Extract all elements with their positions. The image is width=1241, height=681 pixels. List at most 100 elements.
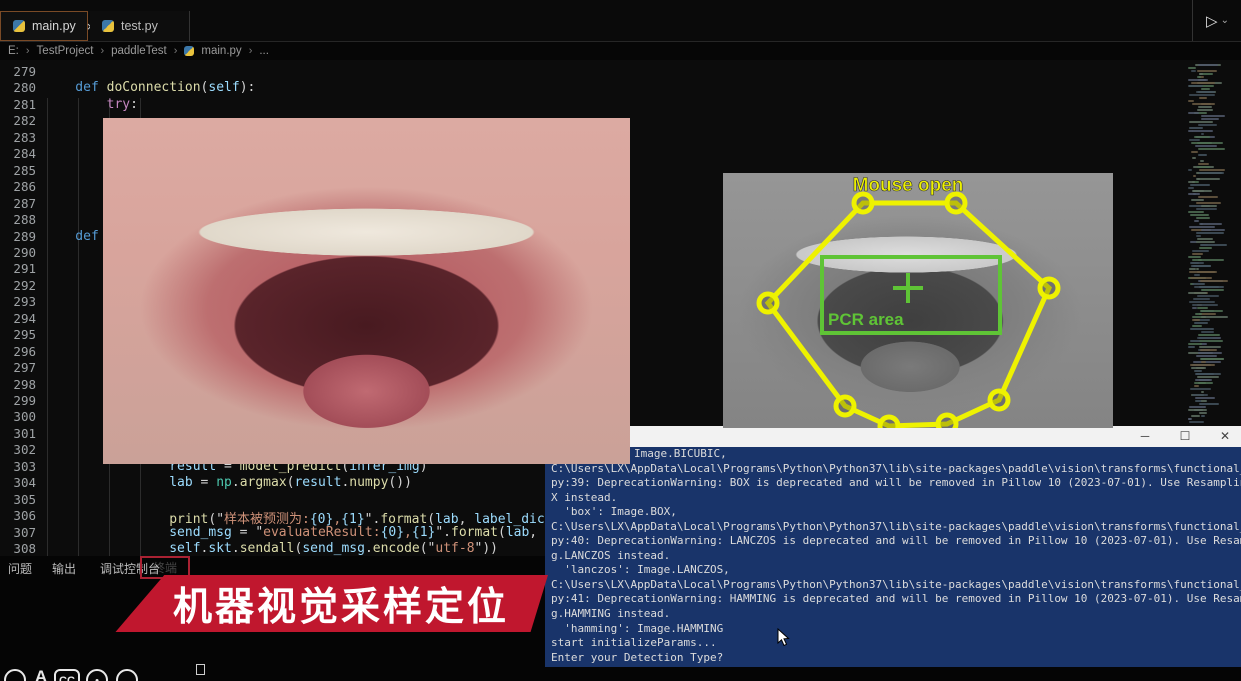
console-window[interactable]: ─ ☐ ✕ Image.BICUBIC,C:\Users\LX\AppData\… (545, 426, 1241, 667)
line-number: 291 (0, 261, 36, 277)
code-line: 305 (0, 492, 44, 508)
line-number: 303 (0, 459, 36, 475)
console-line: g.LANCZOS instead. (545, 549, 1241, 564)
minimize-icon[interactable]: ─ (1125, 426, 1165, 447)
code-line: 286 (0, 179, 44, 195)
console-line: C:\Users\LX\AppData\Local\Programs\Pytho… (545, 462, 1241, 477)
code-line: 304 lab = np.argmax(result.numpy()) (0, 475, 412, 491)
code-line: 280 def doConnection(self): (0, 80, 255, 96)
code-line: 294 (0, 311, 44, 327)
letter-a-icon: A (32, 669, 50, 681)
line-number: 282 (0, 113, 36, 129)
line-number: 280 (0, 80, 36, 96)
circle-icon (4, 669, 26, 681)
tab-label: test.py (121, 19, 158, 33)
code-line: 279 (0, 64, 44, 80)
watermark-icons: A CC • → (2, 667, 202, 681)
console-title-bar[interactable]: ─ ☐ ✕ (545, 426, 1241, 447)
person-circle-icon: • (86, 669, 108, 681)
line-number: 283 (0, 130, 36, 146)
code-line: 297 (0, 360, 44, 376)
console-line: py:41: DeprecationWarning: HAMMING is de… (545, 592, 1241, 607)
maximize-icon[interactable]: ☐ (1165, 426, 1205, 447)
tab-test-py[interactable]: test.py (90, 11, 190, 41)
breadcrumb-file[interactable]: main.py (201, 45, 241, 57)
breadcrumb-project[interactable]: TestProject (37, 45, 94, 57)
run-dropdown-icon[interactable]: ⌄ (1221, 15, 1229, 26)
line-number: 294 (0, 311, 36, 327)
cc-badge-icon: CC (54, 669, 80, 681)
breadcrumb-drive[interactable]: E: (8, 45, 19, 57)
breadcrumb-separator: › (26, 45, 30, 57)
code-line: 293 (0, 294, 44, 310)
breadcrumb-folder[interactable]: paddleTest (111, 45, 167, 57)
python-file-icon (184, 46, 194, 56)
line-number: 308 (0, 541, 36, 557)
caption-banner: 机器视觉采样定位 (112, 575, 548, 632)
code-line: 299 (0, 393, 44, 409)
code-line: 283 (0, 130, 44, 146)
cv-detection-image: Mouse openPCR area (723, 173, 1113, 428)
line-number: 286 (0, 179, 36, 195)
panel-tab-output[interactable]: 输出 (52, 560, 76, 577)
code-line: 300 (0, 409, 44, 425)
console-line: Image.BICUBIC, (545, 447, 1241, 462)
tab-main-py[interactable]: main.py × (0, 11, 88, 41)
console-line: py:40: DeprecationWarning: LANCZOS is de… (545, 534, 1241, 549)
run-toolbar: ▷ ⌄ (1192, 0, 1241, 41)
cv-annotation-overlay: Mouse openPCR area (723, 173, 1113, 428)
cv-roi-label: PCR area (828, 310, 904, 329)
breadcrumb-symbol[interactable]: ... (259, 45, 269, 57)
code-line: 291 (0, 261, 44, 277)
ide-window: main.py × test.py ▷ ⌄ E: › TestProject ›… (0, 0, 1241, 681)
breadcrumb-separator: › (249, 45, 253, 57)
panel-tab-problems[interactable]: 问题 (8, 560, 32, 577)
minimap[interactable] (1188, 64, 1234, 424)
code-line: 298 (0, 377, 44, 393)
breadcrumb-separator: › (174, 45, 178, 57)
run-button[interactable]: ▷ (1206, 12, 1218, 30)
console-line: C:\Users\LX\AppData\Local\Programs\Pytho… (545, 578, 1241, 593)
panel-tab-terminal[interactable]: 终端 (142, 559, 188, 576)
code-line: 290 (0, 245, 44, 261)
line-number: 285 (0, 163, 36, 179)
console-line: py:39: DeprecationWarning: BOX is deprec… (545, 476, 1241, 491)
console-line: C:\Users\LX\AppData\Local\Programs\Pytho… (545, 520, 1241, 535)
breadcrumb[interactable]: E: › TestProject › paddleTest › main.py … (8, 42, 708, 60)
code-line: 308 self.skt.sendall(send_msg.encode("ut… (0, 541, 498, 557)
line-number: 306 (0, 508, 36, 524)
line-number: 299 (0, 393, 36, 409)
tab-label: main.py (32, 19, 76, 33)
console-line: 'box': Image.BOX, (545, 505, 1241, 520)
console-line: X instead. (545, 491, 1241, 506)
line-number: 279 (0, 64, 36, 80)
code-line: 289 def (0, 229, 99, 245)
code-line: 306 print("样本被预测为:{0},{1}".format(lab, l… (0, 508, 592, 524)
code-line: 295 (0, 327, 44, 343)
code-line: 288 (0, 212, 44, 228)
console-output: Image.BICUBIC,C:\Users\LX\AppData\Local\… (545, 447, 1241, 667)
line-number: 287 (0, 196, 36, 212)
code-line: 281 try: (0, 97, 138, 113)
line-number: 301 (0, 426, 36, 442)
code-line: 284 (0, 146, 44, 162)
code-line: 285 (0, 163, 44, 179)
python-file-icon (102, 20, 114, 32)
line-number: 300 (0, 409, 36, 425)
console-line: 'hamming': Image.HAMMING (545, 622, 1241, 637)
line-number: 302 (0, 442, 36, 458)
line-number: 281 (0, 97, 36, 113)
line-number: 295 (0, 327, 36, 343)
code-line: 302 (0, 442, 44, 458)
python-file-icon (13, 20, 25, 32)
mouth-photo-image (103, 118, 630, 464)
line-number: 290 (0, 245, 36, 261)
close-icon[interactable]: ✕ (1205, 426, 1241, 447)
line-number: 293 (0, 294, 36, 310)
console-line: Enter your Detection Type? (545, 651, 1241, 666)
code-line: 287 (0, 196, 44, 212)
arrow-circle-icon: → (116, 669, 138, 681)
line-number: 284 (0, 146, 36, 162)
code-line: 307 send_msg = "evaluateResult:{0},{1}".… (0, 525, 600, 541)
line-number: 288 (0, 212, 36, 228)
